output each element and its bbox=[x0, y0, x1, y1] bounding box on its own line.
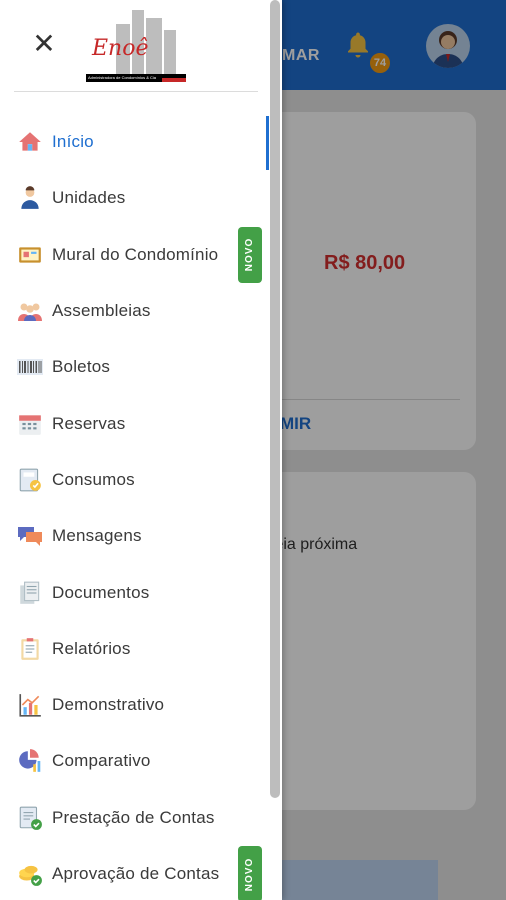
menu-item-mensagens[interactable]: Mensagens bbox=[0, 508, 282, 564]
drawer-menu: Início Unidades Mural do Condomínio NOVO… bbox=[0, 114, 282, 900]
comparison-chart-icon bbox=[16, 747, 44, 775]
active-indicator bbox=[266, 116, 269, 170]
menu-item-label: Aprovação de Contas bbox=[52, 864, 220, 883]
accounts-icon bbox=[16, 804, 44, 832]
company-logo: Enoê Administradora de Condomínios & Cia bbox=[86, 8, 186, 82]
noticeboard-icon bbox=[16, 241, 44, 269]
chart-icon bbox=[16, 691, 44, 719]
navigation-drawer: ✕ Enoê Administradora de Condomínios & C… bbox=[0, 0, 282, 900]
menu-item-reservas[interactable]: Reservas bbox=[0, 395, 282, 451]
header-divider bbox=[14, 91, 258, 92]
menu-item-inicio[interactable]: Início bbox=[0, 114, 282, 170]
menu-item-label: Demonstrativo bbox=[52, 695, 165, 715]
menu-item-label: Mensagens bbox=[52, 526, 142, 546]
menu-item-label: Assembleias bbox=[52, 301, 151, 321]
menu-item-mural[interactable]: Mural do Condomínio NOVO bbox=[0, 226, 282, 283]
close-icon[interactable]: ✕ bbox=[28, 28, 60, 60]
meter-icon bbox=[16, 466, 44, 494]
menu-item-label: Unidades bbox=[52, 188, 126, 208]
menu-item-demonstrativo[interactable]: Demonstrativo bbox=[0, 677, 282, 733]
menu-item-label: Mural do Condomínio bbox=[52, 244, 219, 264]
menu-item-label: Prestação de Contas bbox=[52, 807, 215, 827]
menu-item-label: Relatórios bbox=[52, 638, 131, 658]
menu-item-label: Comparativo bbox=[52, 751, 151, 771]
new-badge: NOVO bbox=[238, 226, 262, 283]
menu-item-aprovacao[interactable]: Aprovação de Contas NOVO bbox=[0, 846, 282, 900]
menu-item-consumos[interactable]: Consumos bbox=[0, 452, 282, 508]
menu-item-label: Boletos bbox=[52, 357, 111, 377]
drawer-header: ✕ Enoê Administradora de Condomínios & C… bbox=[0, 0, 282, 92]
chat-icon bbox=[16, 522, 44, 550]
menu-item-documentos[interactable]: Documentos bbox=[0, 564, 282, 620]
scrollbar-thumb[interactable] bbox=[270, 0, 280, 798]
menu-item-label: Início bbox=[52, 132, 94, 152]
calendar-icon bbox=[16, 410, 44, 438]
logo-text: Enoê bbox=[92, 36, 149, 61]
menu-item-label: Consumos bbox=[52, 469, 135, 489]
clipboard-icon bbox=[16, 635, 44, 663]
group-icon bbox=[16, 297, 44, 325]
menu-item-comparativo[interactable]: Comparativo bbox=[0, 733, 282, 789]
menu-item-unidades[interactable]: Unidades bbox=[0, 170, 282, 226]
new-badge: NOVO bbox=[238, 846, 262, 900]
menu-item-boletos[interactable]: Boletos bbox=[0, 339, 282, 395]
person-icon bbox=[16, 184, 44, 212]
home-icon bbox=[16, 128, 44, 156]
menu-item-prestacao[interactable]: Prestação de Contas bbox=[0, 790, 282, 846]
documents-icon bbox=[16, 579, 44, 607]
menu-item-assembleias[interactable]: Assembleias bbox=[0, 283, 282, 339]
menu-item-relatorios[interactable]: Relatórios bbox=[0, 621, 282, 677]
menu-item-label: Documentos bbox=[52, 582, 150, 602]
coins-approve-icon bbox=[16, 860, 44, 888]
menu-item-label: Reservas bbox=[52, 413, 126, 433]
barcode-icon bbox=[16, 353, 44, 381]
